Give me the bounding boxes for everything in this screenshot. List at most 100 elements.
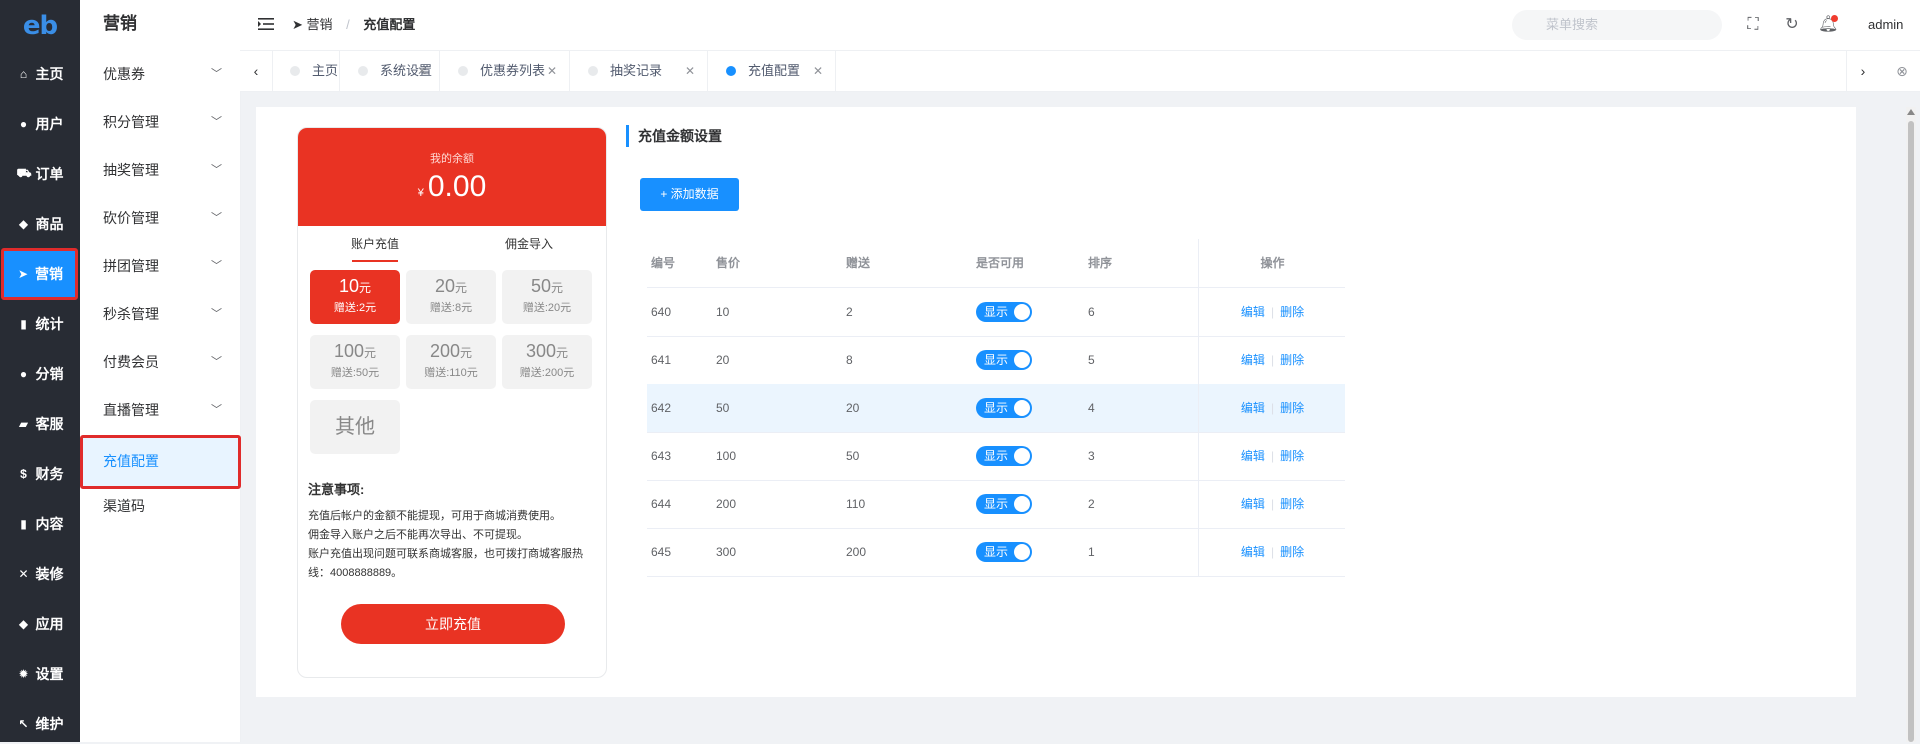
cell-sort: 3: [1088, 449, 1095, 463]
available-switch[interactable]: 显示: [976, 494, 1032, 514]
amount-other[interactable]: 其他: [310, 400, 400, 454]
nav-item[interactable]: ● 分销: [0, 354, 80, 394]
bell-icon[interactable]: 🔔︎: [1818, 15, 1838, 35]
row-actions: 编辑 | 删除: [1198, 480, 1346, 528]
page-scrollbar[interactable]: [1906, 107, 1916, 742]
amount-option[interactable]: 300元 赠送:200元: [502, 335, 592, 389]
nav-item[interactable]: ◆ 商品: [0, 204, 80, 244]
available-switch[interactable]: 显示: [976, 350, 1032, 370]
tab-status-dot: [290, 66, 300, 76]
cell-price: 100: [716, 449, 737, 463]
edit-link[interactable]: 编辑: [1241, 449, 1265, 463]
tab-item[interactable]: 抽奖记录 ✕: [570, 51, 708, 91]
chevron-right-icon[interactable]: ›: [1846, 51, 1879, 91]
scroll-up-icon[interactable]: [1907, 109, 1915, 115]
nav-item[interactable]: $ 财务: [0, 454, 80, 494]
recharge-now-button[interactable]: 立即充值: [341, 604, 565, 644]
edit-link[interactable]: 编辑: [1241, 305, 1265, 319]
submenu-item[interactable]: 砍价管理 ﹀: [80, 194, 240, 242]
delete-link[interactable]: 删除: [1280, 545, 1304, 559]
amount-value: 300元: [525, 341, 569, 361]
amount-option[interactable]: 100元 赠送:50元: [310, 335, 400, 389]
nav-item[interactable]: ⌂ 主页: [0, 54, 80, 94]
balance-banner: 我的余额 ¥0.00: [298, 128, 606, 226]
tab-item[interactable]: 系统设置 ✕: [340, 51, 440, 91]
scroll-thumb[interactable]: [1908, 121, 1914, 742]
close-icon[interactable]: ✕: [813, 51, 823, 91]
switch-label: 显示: [984, 401, 1009, 415]
tab-item[interactable]: 主页: [272, 51, 340, 91]
amount-option[interactable]: 200元 赠送:110元: [406, 335, 496, 389]
menu-search-input[interactable]: 菜单搜索: [1512, 10, 1722, 40]
available-switch[interactable]: 显示: [976, 542, 1032, 562]
nav-item[interactable]: ▮ 内容: [0, 504, 80, 544]
nav-item[interactable]: ➤ 营销: [1, 248, 78, 300]
delete-link[interactable]: 删除: [1280, 401, 1304, 415]
tab-account-recharge[interactable]: 账户充值: [298, 226, 452, 262]
refresh-icon[interactable]: ↻: [1782, 15, 1802, 35]
action-divider: |: [1270, 401, 1275, 415]
tab-item[interactable]: 充值配置 ✕: [708, 51, 836, 91]
edit-link[interactable]: 编辑: [1241, 497, 1265, 511]
nav-item[interactable]: ↖ 维护: [0, 704, 80, 744]
nav-item[interactable]: ▰ 客服: [0, 404, 80, 444]
nav-item[interactable]: ✕ 装修: [0, 554, 80, 594]
cell-gift: 2: [846, 305, 853, 319]
edit-link[interactable]: 编辑: [1241, 545, 1265, 559]
available-switch[interactable]: 显示: [976, 398, 1032, 418]
switch-label: 显示: [984, 305, 1009, 319]
submenu-item[interactable]: 抽奖管理 ﹀: [80, 146, 240, 194]
close-icon[interactable]: ✕: [547, 51, 557, 91]
submenu-item[interactable]: 充值配置: [80, 435, 241, 489]
collapse-menu-icon[interactable]: [258, 16, 274, 32]
delete-link[interactable]: 删除: [1280, 449, 1304, 463]
submenu-item[interactable]: 秒杀管理 ﹀: [80, 290, 240, 338]
column-header-gift: 赠送: [846, 256, 871, 270]
fullscreen-icon[interactable]: ⛶: [1743, 15, 1763, 35]
nav-item[interactable]: ▮ 统计: [0, 304, 80, 344]
nav-item[interactable]: ◆ 应用: [0, 604, 80, 644]
breadcrumb-root[interactable]: 营销: [307, 17, 333, 32]
breadcrumb: ➤ 营销 / 充值配置: [292, 0, 415, 50]
nav-item[interactable]: ● 用户: [0, 104, 80, 144]
amount-option[interactable]: 10元 赠送:2元: [310, 270, 400, 324]
close-all-tabs-icon[interactable]: ⊗: [1886, 51, 1918, 91]
available-switch[interactable]: 显示: [976, 446, 1032, 466]
submenu-item[interactable]: 渠道码: [80, 482, 240, 530]
user-name[interactable]: admin: [1868, 0, 1903, 50]
cell-sort: 2: [1088, 497, 1095, 511]
cell-id: 643: [651, 449, 672, 463]
delete-link[interactable]: 删除: [1280, 305, 1304, 319]
submenu-item[interactable]: 付费会员 ﹀: [80, 338, 240, 386]
submenu-item[interactable]: 积分管理 ﹀: [80, 98, 240, 146]
edit-link[interactable]: 编辑: [1241, 353, 1265, 367]
edit-link[interactable]: 编辑: [1241, 401, 1265, 415]
section-title: 充值金额设置: [626, 125, 722, 147]
chevron-left-icon[interactable]: ‹: [240, 51, 273, 91]
user-icon: ●: [19, 117, 28, 131]
amount-option[interactable]: 20元 赠送:8元: [406, 270, 496, 324]
cell-gift: 200: [846, 545, 867, 559]
tab-item[interactable]: 优惠券列表 ✕: [440, 51, 570, 91]
submenu-item[interactable]: 优惠券 ﹀: [80, 50, 240, 98]
logo[interactable]: eb: [0, 0, 80, 52]
available-switch[interactable]: 显示: [976, 302, 1032, 322]
nav-item[interactable]: ✹ 设置: [0, 654, 80, 694]
delete-link[interactable]: 删除: [1280, 353, 1304, 367]
submenu-item-label: 充值配置: [103, 453, 159, 469]
tab-commission-import[interactable]: 佣金导入: [452, 226, 606, 262]
nav-item-label: 商品: [35, 216, 64, 232]
close-icon[interactable]: ✕: [685, 51, 695, 91]
cell-price: 300: [716, 545, 737, 559]
submenu-item[interactable]: 直播管理 ﹀: [80, 386, 240, 434]
action-divider: |: [1270, 497, 1275, 511]
amount-option[interactable]: 50元 赠送:20元: [502, 270, 592, 324]
dollar-icon: $: [20, 467, 27, 481]
add-data-button[interactable]: + 添加数据: [640, 178, 739, 211]
delete-link[interactable]: 删除: [1280, 497, 1304, 511]
nav-item[interactable]: ⛟ 订单: [0, 154, 80, 194]
close-icon[interactable]: ✕: [417, 51, 427, 91]
submenu-title: 营销: [103, 14, 137, 33]
submenu-item[interactable]: 拼团管理 ﹀: [80, 242, 240, 290]
submenu-item-label: 拼团管理: [103, 258, 159, 274]
